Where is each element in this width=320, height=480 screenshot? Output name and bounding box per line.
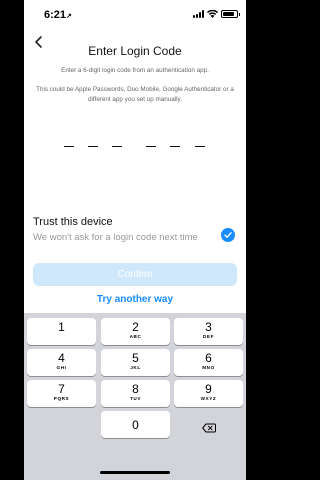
key-6[interactable]: 6 MNO [174,349,243,376]
backspace-icon [202,423,216,433]
detail-text: This could be Apple Passwords, Duo Mobil… [36,86,234,103]
code-digit-slot [170,146,180,147]
key-letters: GHI [56,365,67,370]
wifi-icon [207,10,218,18]
key-letters: ABC [129,334,142,339]
key-number: 9 [205,382,212,396]
key-number: 5 [132,351,139,365]
trust-device-sublabel: We won't ask for a login code next time [33,232,198,243]
key-number: 1 [58,320,65,334]
key-3[interactable]: 3 DEF [174,318,243,345]
key-number: 4 [58,351,65,365]
key-8[interactable]: 8 TUV [101,380,170,407]
battery-icon [221,10,240,18]
key-number: 2 [132,320,139,334]
key-number: 0 [132,418,139,432]
key-letters: DEF [203,334,214,339]
key-letters: WXYZ [200,396,217,401]
code-digit-slot [146,146,156,147]
trust-device-label: Trust this device [33,216,113,228]
key-5[interactable]: 5 JKL [101,349,170,376]
key-1[interactable]: 1 [27,318,96,345]
home-indicator [100,471,170,474]
status-bar: 6:21↗ [24,0,246,28]
code-input[interactable] [64,146,206,150]
key-number: 7 [58,382,65,396]
key-letters: TUV [130,396,141,401]
signal-icon [193,10,204,18]
key-7[interactable]: 7 PQRS [27,380,96,407]
confirm-button[interactable]: Confirm [33,263,237,286]
login-code-screen: 6:21↗ Enter Login Code Enter a 6-digit l… [24,0,246,480]
instruction-text: Enter a 6-digit login code from an authe… [61,67,209,74]
code-digit-slot [88,146,98,147]
checkmark-icon [224,232,232,238]
key-9[interactable]: 9 WXYZ [174,380,243,407]
scroll-fade [24,246,224,258]
page-title: Enter Login Code [88,44,182,58]
key-0[interactable]: 0 [101,411,170,438]
location-arrow-icon: ↗ [66,13,72,20]
key-letters: PQRS [53,396,70,401]
backspace-key[interactable] [174,414,243,441]
numeric-keypad: 1 2 ABC 3 DEF 4 GHI 5 JKL 6 MNO 7 PQRS 8 TUV 9W… [24,313,246,480]
code-digit-slot [195,146,205,147]
code-digit-slot [64,146,74,147]
try-another-way-link[interactable]: Try another way [24,294,246,305]
trust-device-checkbox[interactable] [221,228,235,242]
key-4[interactable]: 4 GHI [27,349,96,376]
key-2[interactable]: 2 ABC [101,318,170,345]
key-number: 3 [205,320,212,334]
code-digit-slot [112,146,122,147]
key-number: 6 [205,351,212,365]
key-number: 8 [132,382,139,396]
key-letters: JKL [130,365,141,370]
status-time: 6:21↗ [44,9,72,21]
status-icons [193,10,240,18]
key-letters: MNO [202,365,215,370]
